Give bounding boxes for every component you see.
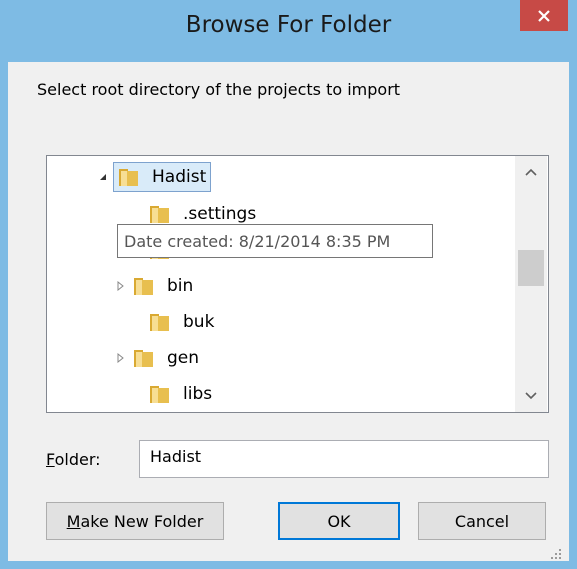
folder-tree[interactable]: Hadist .settings assets bin buk bbox=[46, 155, 549, 413]
resize-grip-icon[interactable] bbox=[549, 547, 563, 561]
tree-node-label: Hadist bbox=[152, 167, 207, 187]
folder-label: Folder: bbox=[46, 450, 101, 469]
close-icon bbox=[538, 9, 550, 22]
date-created-tooltip: Date created: 8/21/2014 8:35 PM bbox=[117, 224, 433, 258]
cancel-button[interactable]: Cancel bbox=[418, 502, 546, 540]
folder-icon bbox=[118, 166, 140, 188]
folder-icon bbox=[149, 383, 171, 405]
make-new-folder-button[interactable]: Make New Folder bbox=[46, 502, 224, 540]
tree-node-label: libs bbox=[183, 384, 213, 404]
tree-node-buk[interactable]: buk bbox=[133, 306, 218, 338]
tree-node-gen[interactable]: gen bbox=[115, 342, 203, 374]
folder-icon bbox=[149, 311, 171, 333]
tree-scrollbar[interactable] bbox=[515, 156, 547, 412]
scroll-up-button[interactable] bbox=[515, 156, 547, 188]
folder-icon bbox=[133, 275, 155, 297]
tree-node-hadist[interactable]: Hadist bbox=[97, 161, 212, 193]
tree-node-bin[interactable]: bin bbox=[115, 270, 197, 302]
expand-arrow-icon[interactable] bbox=[115, 280, 127, 292]
collapse-arrow-icon[interactable] bbox=[97, 171, 109, 183]
folder-icon bbox=[133, 347, 155, 369]
tree-node-label: buk bbox=[183, 312, 215, 332]
folder-input[interactable] bbox=[139, 440, 549, 478]
tree-node-label: bin bbox=[167, 276, 194, 296]
scroll-thumb[interactable] bbox=[518, 250, 544, 286]
title-bar[interactable]: Browse For Folder bbox=[0, 0, 577, 62]
scroll-down-button[interactable] bbox=[515, 380, 547, 412]
window-title: Browse For Folder bbox=[185, 12, 392, 38]
ok-button[interactable]: OK bbox=[278, 502, 400, 540]
instruction-text: Select root directory of the projects to… bbox=[37, 80, 401, 99]
browse-for-folder-dialog: Browse For Folder Select root directory … bbox=[0, 0, 577, 569]
selected-node-highlight[interactable]: Hadist bbox=[113, 162, 212, 192]
close-button[interactable] bbox=[520, 0, 568, 31]
tree-node-label: gen bbox=[167, 348, 200, 368]
expand-arrow-icon[interactable] bbox=[115, 352, 127, 364]
chevron-down-icon bbox=[525, 392, 537, 400]
tree-node-libs[interactable]: libs bbox=[133, 378, 216, 410]
chevron-up-icon bbox=[525, 168, 537, 176]
folder-icon bbox=[149, 203, 171, 225]
